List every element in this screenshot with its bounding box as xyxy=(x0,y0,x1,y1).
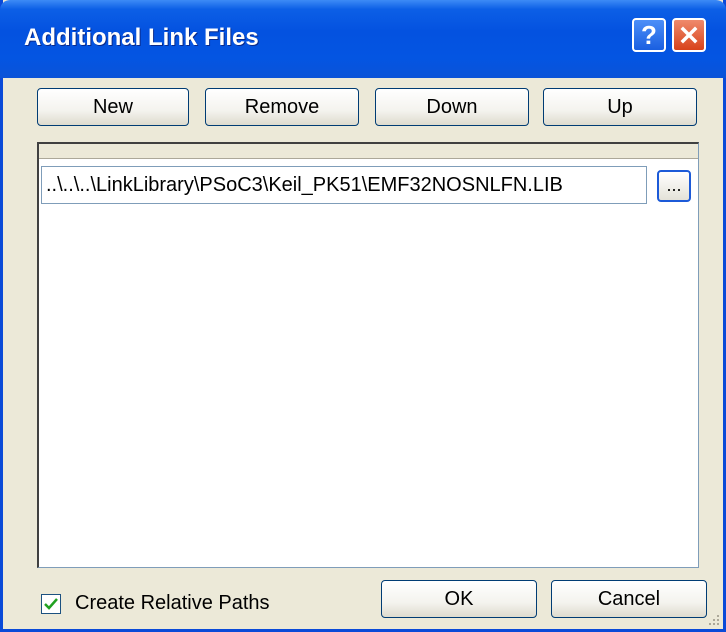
ok-button-label: OK xyxy=(444,587,474,610)
up-button-label: Up xyxy=(607,95,633,118)
ok-button[interactable]: OK xyxy=(381,580,537,618)
cancel-button[interactable]: Cancel xyxy=(551,580,707,618)
create-relative-paths-checkbox[interactable] xyxy=(41,593,61,614)
cancel-button-label: Cancel xyxy=(597,587,661,610)
dialog-title: Additional Link Files xyxy=(24,24,259,51)
remove-button-label: Remove xyxy=(244,95,320,118)
create-relative-paths-option[interactable]: Create Relative Paths xyxy=(41,592,270,615)
down-button[interactable]: Down xyxy=(375,88,529,126)
browse-button[interactable]: ... xyxy=(657,170,691,202)
remove-button[interactable]: Remove xyxy=(205,88,359,126)
title-bar[interactable]: Additional Link Files ? xyxy=(0,0,726,78)
create-relative-paths-label: Create Relative Paths xyxy=(75,592,270,614)
resize-grip-icon[interactable] xyxy=(705,611,721,627)
dialog-window: Additional Link Files ? New Remove Down … xyxy=(0,0,726,632)
checkmark-icon xyxy=(44,597,58,610)
close-button[interactable] xyxy=(672,18,706,52)
help-icon: ? xyxy=(641,19,657,50)
close-icon xyxy=(680,26,698,44)
new-button[interactable]: New xyxy=(37,88,189,126)
new-button-label: New xyxy=(92,95,133,118)
link-files-list[interactable]: ..\..\..\LinkLibrary\PSoC3\Keil_PK51\EMF… xyxy=(37,142,699,568)
up-button[interactable]: Up xyxy=(543,88,697,126)
link-file-path-field[interactable]: ..\..\..\LinkLibrary\PSoC3\Keil_PK51\EMF… xyxy=(41,166,647,204)
help-button[interactable]: ? xyxy=(632,18,666,52)
list-header xyxy=(39,144,698,159)
browse-button-label: ... xyxy=(666,175,682,195)
down-button-label: Down xyxy=(426,95,478,118)
